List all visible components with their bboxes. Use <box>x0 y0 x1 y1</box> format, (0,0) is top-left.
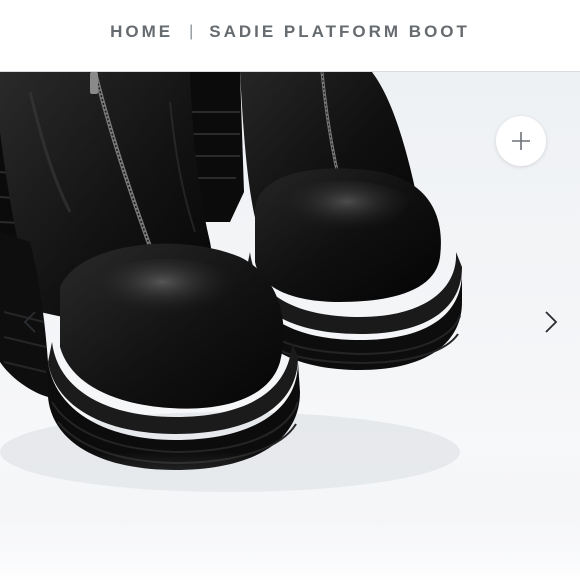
plus-icon <box>512 132 530 150</box>
next-image-button[interactable] <box>539 308 563 336</box>
zoom-button[interactable] <box>496 116 546 166</box>
breadcrumb-header: HOME | SADIE PLATFORM BOOT <box>0 0 580 72</box>
chevron-left-icon <box>23 311 36 333</box>
product-image <box>0 72 580 580</box>
previous-image-button[interactable] <box>18 308 42 336</box>
breadcrumb-current: SADIE PLATFORM BOOT <box>209 21 470 41</box>
product-page: HOME | SADIE PLATFORM BOOT <box>0 0 580 580</box>
chevron-right-icon <box>545 311 558 333</box>
breadcrumb: HOME | SADIE PLATFORM BOOT <box>110 22 470 42</box>
breadcrumb-separator: | <box>189 22 194 40</box>
product-image-gallery[interactable] <box>0 72 580 580</box>
breadcrumb-home-link[interactable]: HOME <box>110 22 173 42</box>
